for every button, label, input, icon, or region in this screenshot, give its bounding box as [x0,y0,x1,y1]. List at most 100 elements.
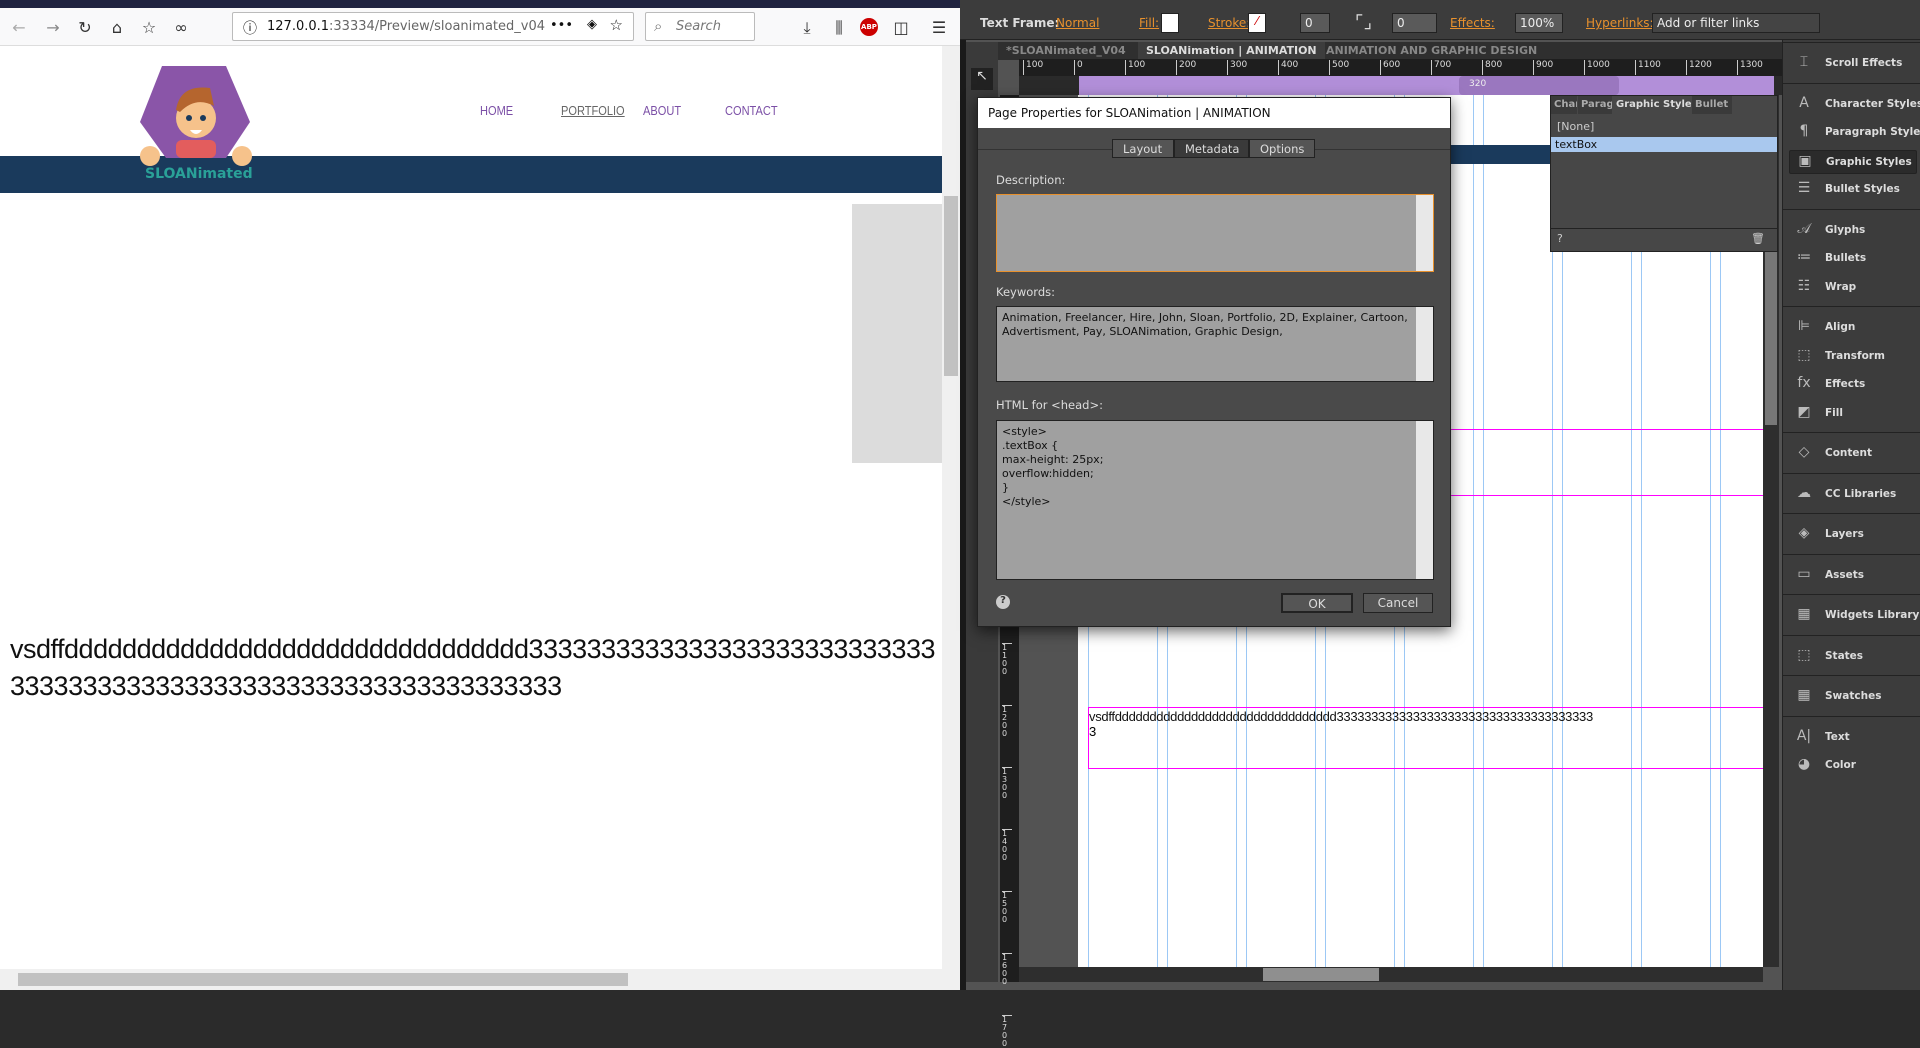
library-icon[interactable]: ⫼ [828,18,850,38]
tab-layout[interactable]: Layout [1112,139,1174,158]
download-icon[interactable]: ⤓ [796,18,818,38]
assets-icon: ▭ [1797,565,1811,582]
corner-radius-input[interactable]: 0 [1392,13,1437,33]
delete-icon[interactable]: 🗑 [1751,232,1765,245]
panel-content[interactable]: ◇ Content [1789,442,1917,466]
nav-home[interactable]: HOME [480,103,513,118]
reload-icon[interactable]: ↻ [74,18,96,37]
more-icon[interactable]: ••• [550,18,573,33]
ruler-tick: 500 [1329,60,1349,75]
panel-label: Layers [1825,528,1864,540]
panel-color[interactable]: ◕ Color [1789,754,1917,778]
canvas-horizontal-scrollbar[interactable] [1019,967,1763,982]
tab-graphic-styles[interactable]: Graphic Styles [1613,96,1691,114]
nav-contact[interactable]: CONTACT [725,103,778,118]
tab-paragraph[interactable]: Parag [1578,96,1612,114]
nav-about[interactable]: ABOUT [643,103,681,118]
panel-label: Graphic Styles [1826,155,1912,168]
text-icon: A| [1796,727,1812,744]
tab-sloanimated-v04[interactable]: *SLOANimated_V04 [998,42,1134,60]
opacity-input[interactable]: 100% [1515,13,1563,33]
bullet-styles-icon: ☰ [1797,180,1811,196]
tab-character[interactable]: Chara [1551,96,1577,114]
sidebar-icon[interactable]: ◫ [890,18,912,37]
keywords-field[interactable]: Animation, Freelancer, Hire, John, Sloan… [996,306,1434,382]
ruler-tick: 800 [1482,60,1502,75]
home-icon[interactable]: ⌂ [106,18,128,37]
ok-button[interactable]: OK [1281,593,1353,613]
url-path: :33334/Preview/sloanimated_v04 [329,19,545,34]
panel-layers[interactable]: ◈ Layers [1789,523,1917,547]
ruler-tick: 900 [1533,60,1553,75]
nav-portfolio[interactable]: PORTFOLIO [561,103,625,118]
cancel-button[interactable]: Cancel [1363,593,1433,613]
ruler-tick: 400 [1278,60,1298,75]
star-icon[interactable]: ☆ [610,16,623,34]
panel-glyphs[interactable]: 𝒜 Glyphs [1789,219,1917,243]
panel-label: Glyphs [1825,223,1866,236]
browser-toolbar: ← → ↻ ⌂ ☆ ∞ ⓘ 127.0.0.1:33334/Preview/sl… [0,8,960,46]
url-bar[interactable]: ⓘ 127.0.0.1:33334/Preview/sloanimated_v0… [232,12,634,41]
panel-scroll-effects[interactable]: ⌶ Scroll Effects [1789,52,1917,76]
panel-graphic-styles[interactable]: ▣ Graphic Styles [1789,149,1917,174]
back-icon[interactable]: ← [8,18,30,37]
info-icon[interactable]: ⓘ [243,18,257,38]
help-icon[interactable]: ? [996,595,1010,609]
head-html-field[interactable]: <style> .textBox { max-height: 25px; ove… [996,420,1434,580]
text-frame-style[interactable]: Normal [1056,16,1099,30]
panel-swatches[interactable]: ▦ Swatches [1789,685,1917,709]
tab-animation[interactable]: SLOANimation | ANIMATION [1138,42,1325,60]
bookmark-star-icon[interactable]: ☆ [138,18,160,37]
vruler-tick: 1200 [1002,705,1012,738]
menu-icon[interactable]: ☰ [928,18,950,37]
panel-transform[interactable]: ⬚ Transform [1789,345,1917,369]
private-mask-icon[interactable]: ∞ [170,18,192,37]
hyperlinks-label[interactable]: Hyperlinks: [1586,16,1654,30]
stroke-label[interactable]: Stroke: [1208,16,1250,30]
horizontal-scrollbar[interactable] [0,969,960,990]
help-icon[interactable]: ? [1557,232,1563,245]
panel-bullets[interactable]: ≔ Bullets [1789,247,1917,271]
panel-states[interactable]: ⬚ States [1789,645,1917,669]
vertical-scrollbar[interactable] [942,46,960,969]
tab-options[interactable]: Options [1249,139,1315,158]
panel-fill[interactable]: ◩ Fill [1789,402,1917,426]
adblock-icon[interactable]: ABP [860,18,878,36]
stroke-width-input[interactable]: 0 [1300,13,1330,33]
stroke-swatch[interactable]: ⁄ [1248,13,1266,33]
description-field[interactable] [996,194,1434,272]
ruler-tick: 1200 [1686,60,1712,75]
style-item-textbox[interactable]: textBox [1551,137,1777,152]
widgets-library-icon: ▦ [1797,606,1811,622]
panel-widgets-library[interactable]: ▦ Widgets Library [1789,604,1919,628]
effects-icon: fx [1797,375,1811,391]
panel-effects[interactable]: fx Effects [1789,373,1917,397]
search-input[interactable]: ⌕ Search [645,12,755,41]
hyperlinks-dropdown[interactable]: Add or filter links [1652,13,1820,33]
tab-metadata[interactable]: Metadata [1174,139,1249,158]
panel-assets[interactable]: ▭ Assets [1789,564,1917,588]
panel-align[interactable]: ⊫ Align [1789,316,1917,340]
pocket-icon[interactable]: ◈ [587,17,597,32]
color-icon: ◕ [1797,756,1811,772]
breakpoint-bar[interactable]: 320 [1019,76,1782,95]
logo[interactable]: SLOANimated [140,66,253,188]
style-item-none[interactable]: [None] [1557,120,1594,133]
panel-bullet-styles[interactable]: ☰ Bullet Styles [1789,178,1917,202]
text-frame[interactable]: vsdffdddddddddddddddddddddddddddddddd333… [1088,707,1763,769]
effects-label[interactable]: Effects: [1450,16,1495,30]
panel-character-styles[interactable]: A Character Styles [1789,93,1920,117]
forward-icon[interactable]: → [42,18,64,37]
panel-label: States [1825,649,1864,662]
selection-tool-icon[interactable]: ↖ [971,68,993,90]
tab-bullet[interactable]: Bullet [1692,96,1732,114]
transform-icon: ⬚ [1797,346,1811,363]
panel-cc-libraries[interactable]: ☁ CC Libraries [1789,483,1917,507]
tab-animation-graphic-design[interactable]: ANIMATION AND GRAPHIC DESIGN [1318,42,1545,60]
panel-wrap[interactable]: ☷ Wrap [1789,276,1917,300]
fill-label[interactable]: Fill: [1139,16,1159,30]
fill-swatch[interactable] [1161,13,1179,33]
panel-text[interactable]: A| Text [1789,726,1917,750]
text-frame-label: Text Frame: [980,16,1060,30]
panel-paragraph-styles[interactable]: ¶ Paragraph Styles [1789,121,1920,145]
